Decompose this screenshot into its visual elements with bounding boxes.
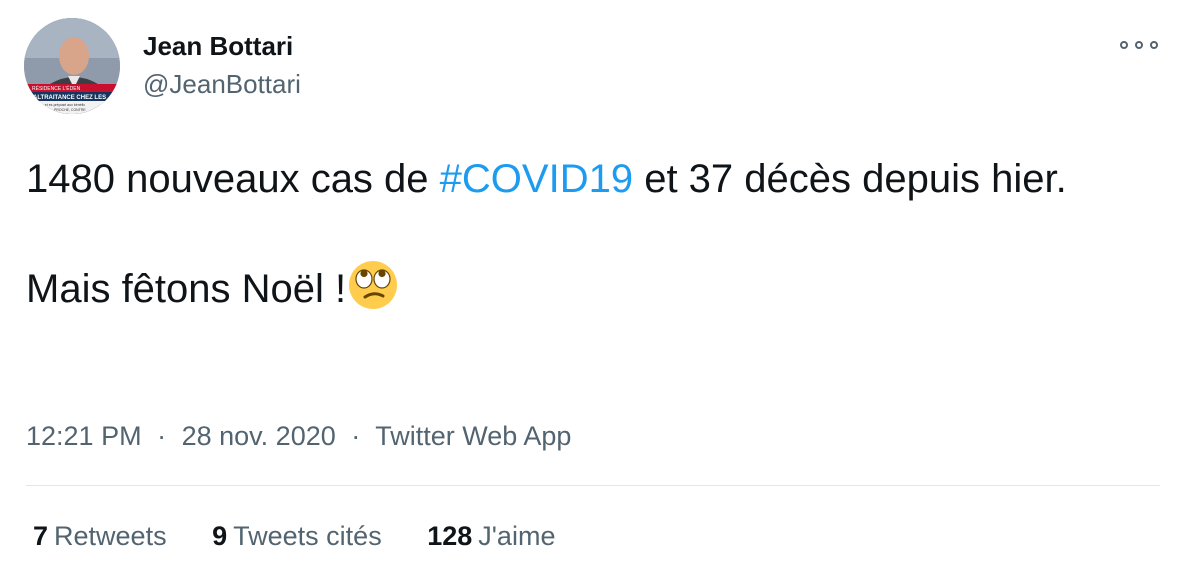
quote-tweets-stat[interactable]: 9 Tweets cités — [212, 518, 382, 554]
avatar-caption-4: PROCHE, CONTRE — [54, 108, 86, 112]
tweet-meta: 12:21 PM · 28 nov. 2020 · Twitter Web Ap… — [26, 418, 571, 454]
divider — [26, 485, 1160, 486]
retweets-stat[interactable]: 7 Retweets — [33, 518, 167, 554]
tweet-source[interactable]: Twitter Web App — [375, 421, 571, 451]
retweets-label: Retweets — [54, 521, 167, 551]
meta-separator: · — [351, 421, 361, 451]
quote-tweets-count: 9 — [212, 521, 228, 551]
more-options-button[interactable] — [1120, 36, 1158, 54]
avatar-caption-3: ette et ex-préposé aux bénéfic — [38, 103, 85, 107]
author-block[interactable]: Jean Bottari @JeanBottari — [143, 30, 301, 100]
avatar-caption-1: RÉSIDENCE L'ÉDEN — [32, 85, 81, 92]
retweets-count: 7 — [33, 521, 49, 551]
more-dot-icon — [1150, 41, 1158, 49]
tweet-text-before-hashtag: 1480 nouveaux cas de — [26, 157, 440, 201]
tweet-paragraph-1: 1480 nouveaux cas de #COVID19 et 37 décè… — [26, 152, 1166, 206]
meta-separator: · — [157, 421, 167, 451]
tweet-date[interactable]: 28 nov. 2020 — [182, 421, 336, 451]
likes-count: 128 — [427, 521, 473, 551]
tweet-paragraph-2: Mais fêtons Noël ! — [26, 260, 1166, 316]
likes-stat[interactable]: 128 J'aime — [427, 518, 555, 554]
more-dot-icon — [1135, 41, 1143, 49]
engagement-stats: 7 Retweets 9 Tweets cités 128 J'aime — [33, 518, 593, 554]
tweet-text-after-hashtag: et 37 décès depuis hier. — [633, 157, 1067, 201]
more-dot-icon — [1120, 41, 1128, 49]
tweet-time[interactable]: 12:21 PM — [26, 421, 142, 451]
author-name[interactable]: Jean Bottari — [143, 30, 301, 62]
author-handle[interactable]: @JeanBottari — [143, 68, 301, 100]
tweet-text: 1480 nouveaux cas de #COVID19 et 37 décè… — [26, 152, 1166, 316]
tweet-second-paragraph: Mais fêtons Noël ! — [26, 267, 347, 311]
author-avatar[interactable]: RÉSIDENCE L'ÉDEN MALTRAITANCE CHEZ LES e… — [24, 18, 120, 114]
avatar-caption-2: MALTRAITANCE CHEZ LES — [28, 95, 106, 101]
rolling-eyes-emoji-icon — [349, 261, 398, 309]
avatar-image: RÉSIDENCE L'ÉDEN MALTRAITANCE CHEZ LES e… — [24, 18, 120, 114]
hashtag-link[interactable]: #COVID19 — [440, 157, 633, 201]
likes-label: J'aime — [478, 521, 556, 551]
quote-tweets-label: Tweets cités — [233, 521, 382, 551]
